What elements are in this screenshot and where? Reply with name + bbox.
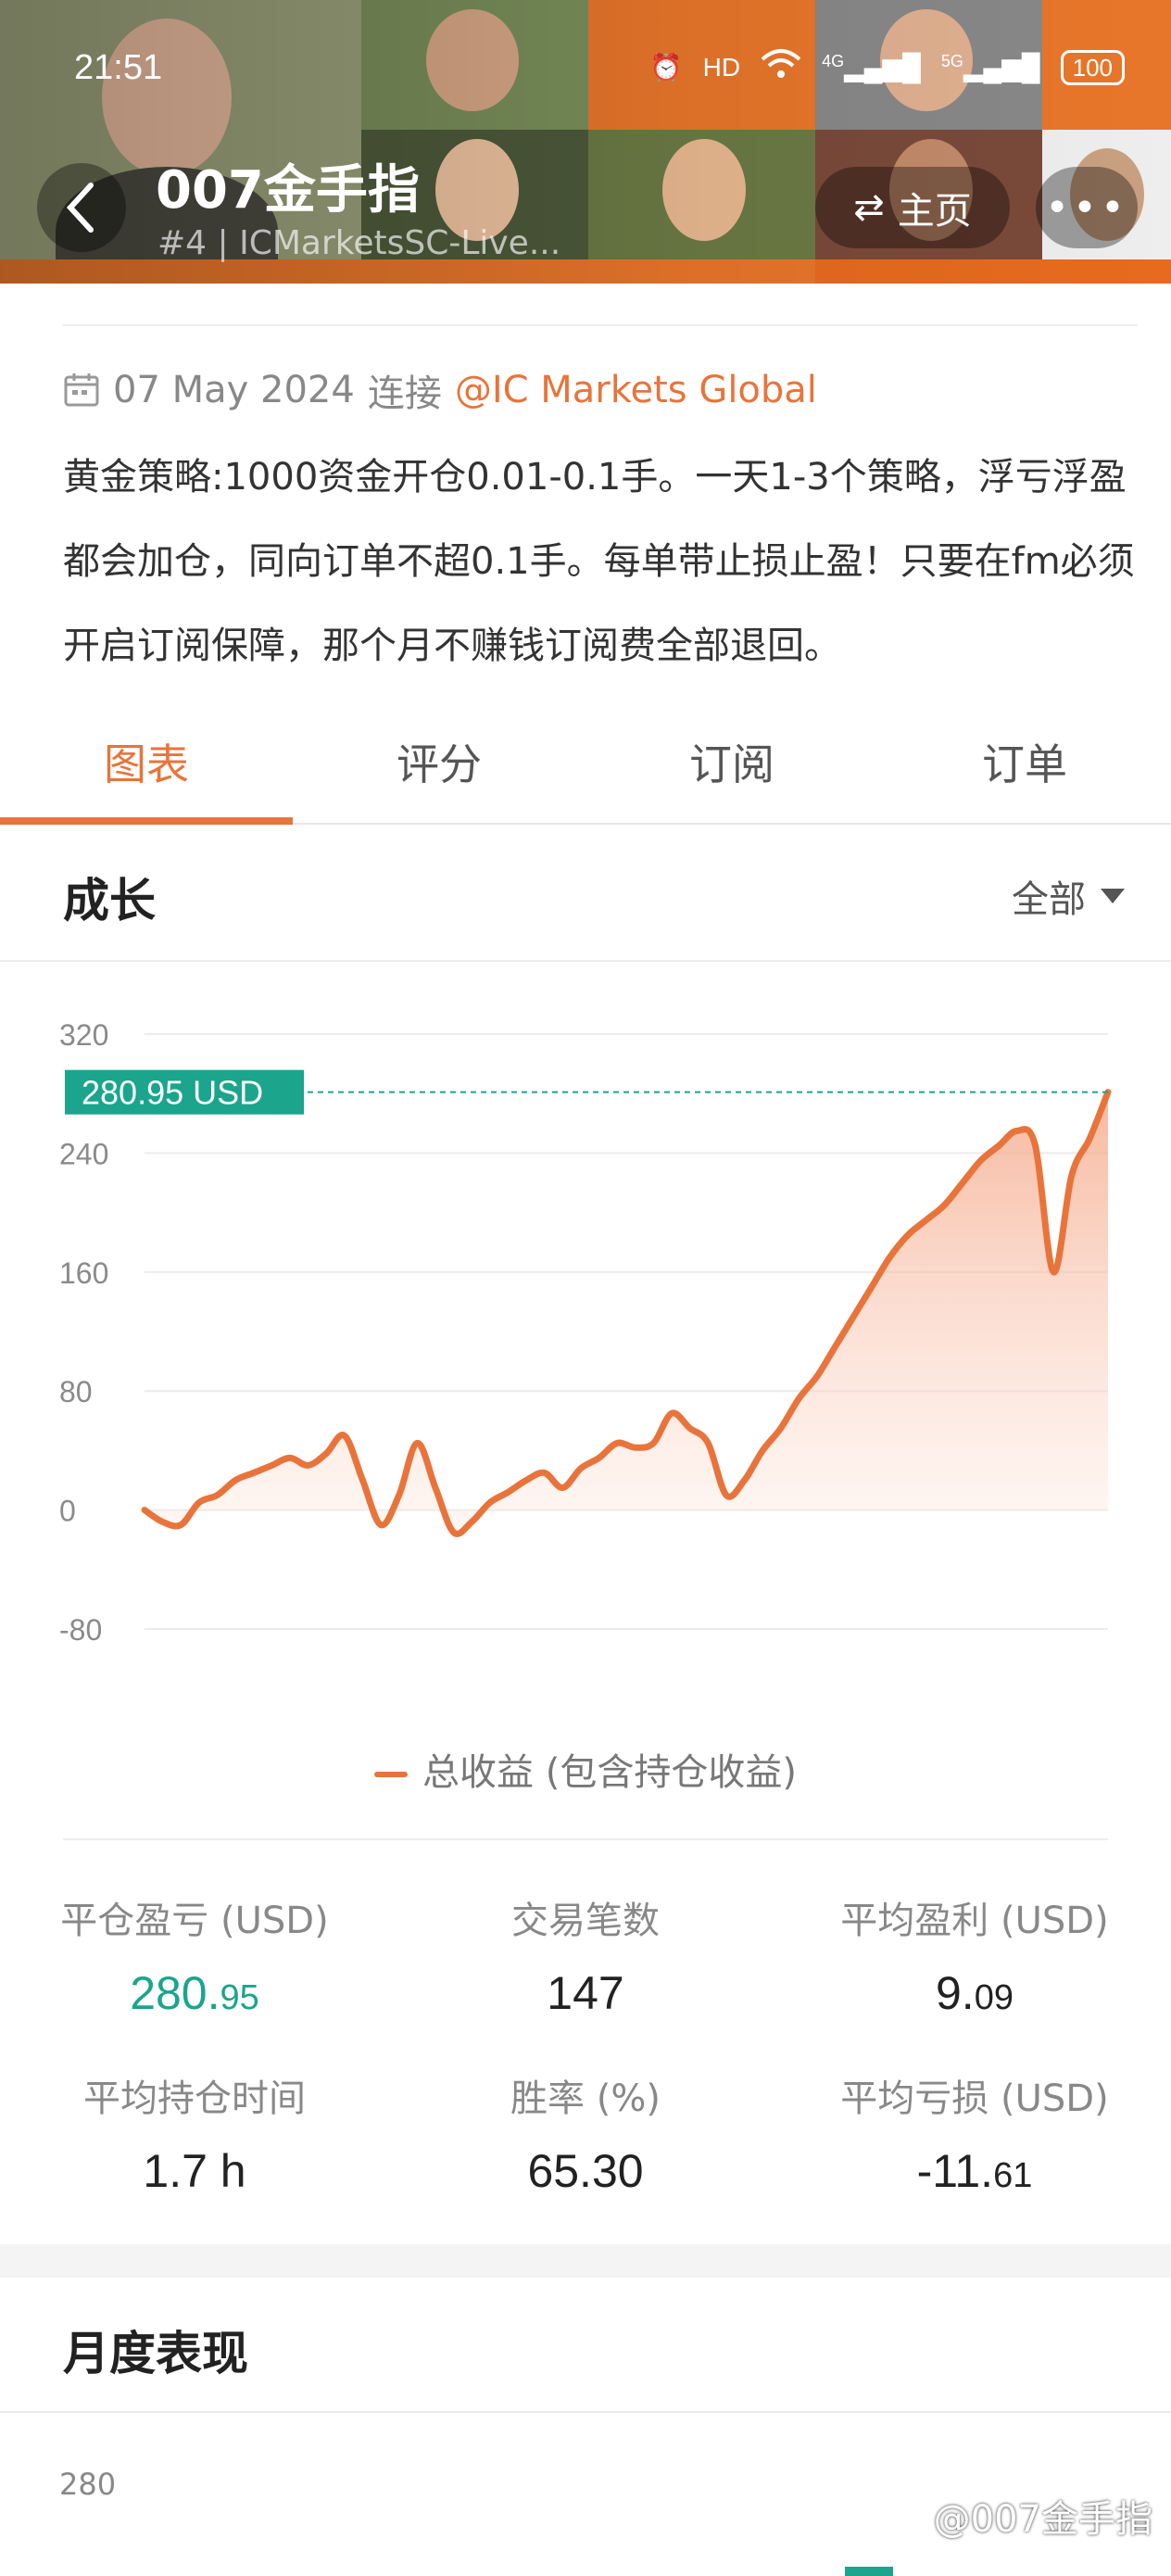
wifi-icon xyxy=(761,48,801,86)
divider xyxy=(63,1838,1108,1840)
more-icon: ••• xyxy=(1045,183,1128,232)
swap-icon: ⇄ xyxy=(853,186,885,229)
y-tick-label: 160 xyxy=(59,1256,108,1290)
tab-chart[interactable]: 图表 xyxy=(0,713,293,825)
monthly-title: 月度表现 xyxy=(63,2327,248,2380)
hd-icon: HD xyxy=(702,52,741,82)
account-subtitle: #4 | ICMarketsSC-Live... xyxy=(157,224,561,262)
more-button[interactable]: ••• xyxy=(1036,167,1138,248)
stat-win-rate: 胜率 (%) 65.30 xyxy=(419,2068,752,2198)
legend-label: 总收益 (包含持仓收益) xyxy=(422,1751,797,1794)
divider xyxy=(63,324,1138,326)
y-tick-label: -80 xyxy=(59,1613,102,1647)
stat-value: 280.95 xyxy=(130,1967,259,2019)
back-button[interactable] xyxy=(37,163,126,252)
tab-rating[interactable]: 评分 xyxy=(293,713,586,823)
stat-label: 平仓盈亏 (USD) xyxy=(60,1900,329,1942)
stat-label: 胜率 (%) xyxy=(510,2077,661,2120)
stat-trade-count: 交易笔数 147 xyxy=(419,1890,752,2020)
connect-date: 07 May 2024 xyxy=(113,369,355,411)
stat-label: 平均持仓时间 xyxy=(83,2077,306,2120)
home-button-label: 主页 xyxy=(897,190,972,233)
tab-orders[interactable]: 订单 xyxy=(878,713,1171,823)
stat-value: 1.7 h xyxy=(143,2145,246,2197)
stat-value: 147 xyxy=(547,1967,624,2019)
y-tick-label: 320 xyxy=(59,1018,108,1052)
divider xyxy=(0,2411,1171,2413)
current-value-label: 280.95 USD xyxy=(82,1074,263,1112)
page-title: 007金手指 xyxy=(156,160,420,221)
stat-label: 平均亏损 (USD) xyxy=(840,2077,1109,2120)
y-tick-label: 80 xyxy=(59,1375,93,1408)
range-filter-label: 全部 xyxy=(1012,878,1086,921)
status-icons: ⏰ HD 4G▂▄▆█ 5G▂▄▆█ 100 xyxy=(650,48,1125,86)
range-filter-dropdown[interactable]: 全部 xyxy=(1012,869,1127,923)
stat-value: 65.30 xyxy=(527,2145,644,2197)
stat-label: 平均盈利 (USD) xyxy=(840,1900,1109,1942)
status-time: 21:51 xyxy=(74,48,163,87)
stat-closed-pnl: 平仓盈亏 (USD) 280.95 xyxy=(28,1890,361,2020)
chevron-left-icon xyxy=(66,183,94,233)
connection-line: 07 May 2024 连接 @IC Markets Global xyxy=(63,363,817,417)
battery-icon: 100 xyxy=(1060,49,1125,85)
monthly-y-tick: 280 xyxy=(59,2467,117,2502)
chart-legend: 总收益 (包含持仓收益) xyxy=(0,1742,1171,1796)
tab-subscribe[interactable]: 订阅 xyxy=(586,713,878,823)
connect-word: 连接 xyxy=(367,373,442,415)
monthly-bar xyxy=(845,2567,893,2576)
divider xyxy=(0,960,1171,962)
stat-avg-profit: 平均盈利 (USD) 9.09 xyxy=(808,1890,1141,2020)
tab-bar: 图表 评分 订阅 订单 xyxy=(0,713,1171,825)
stat-avg-hold-time: 平均持仓时间 1.7 h xyxy=(28,2068,361,2198)
caret-down-icon xyxy=(1101,889,1125,903)
growth-chart[interactable]: 320240160800-80280.95 USD26 Apr15 May31 … xyxy=(0,991,1171,1714)
y-tick-label: 240 xyxy=(59,1137,108,1170)
section-gap xyxy=(0,2244,1171,2278)
y-tick-label: 0 xyxy=(59,1495,76,1528)
growth-title: 成长 xyxy=(63,874,156,928)
broker-link[interactable]: @IC Markets Global xyxy=(455,369,817,411)
calendar-icon xyxy=(64,373,99,407)
alarm-icon: ⏰ xyxy=(649,53,683,82)
watermark: @007金手指 xyxy=(933,2498,1152,2541)
stat-value: -11.61 xyxy=(916,2145,1033,2197)
stat-avg-loss: 平均亏损 (USD) -11.61 xyxy=(808,2068,1141,2198)
strategy-description: 黄金策略:1000资金开仓0.01-0.1手。一天1-3个策略，浮亏浮盈都会加仓… xyxy=(63,456,1135,667)
signal-5g-icon: 5G▂▄▆█ xyxy=(940,52,1040,82)
stat-value: 9.09 xyxy=(936,1967,1014,2019)
stat-label: 交易笔数 xyxy=(511,1900,660,1942)
signal-4g-icon: 4G▂▄▆█ xyxy=(822,52,921,82)
home-button[interactable]: ⇄ 主页 xyxy=(815,167,1010,248)
series-area xyxy=(145,1092,1108,1534)
profile-header: 21:51 ⏰ HD 4G▂▄▆█ 5G▂▄▆█ 100 007金手指 #4 |… xyxy=(0,0,1171,284)
legend-swatch xyxy=(374,1772,409,1777)
